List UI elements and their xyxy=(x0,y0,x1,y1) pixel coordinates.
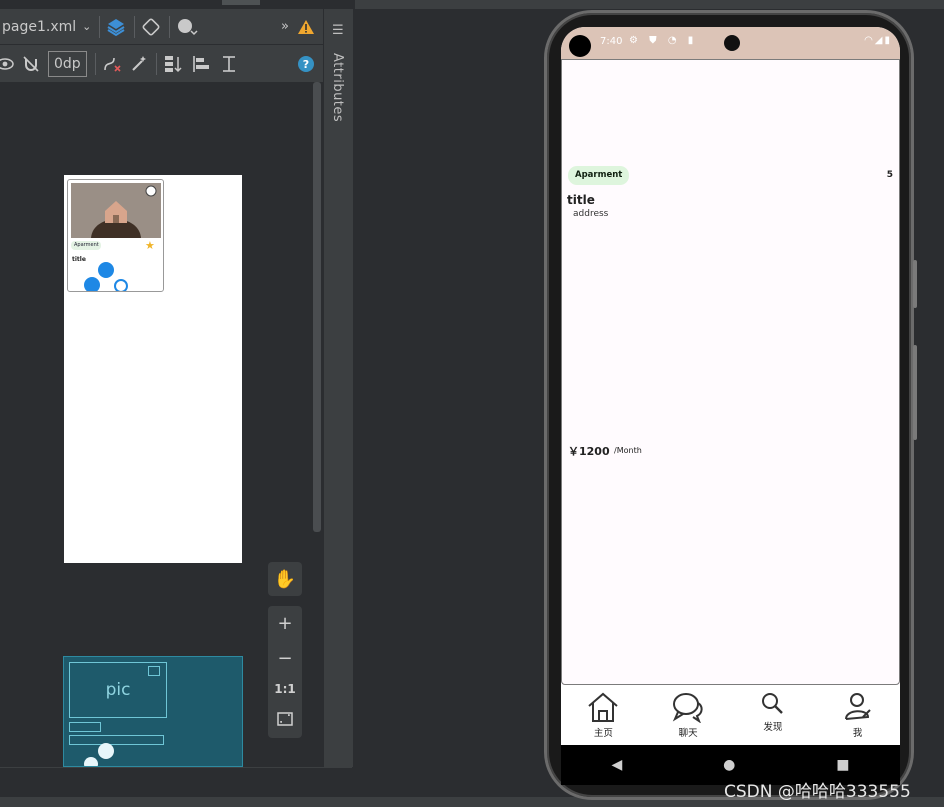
layout-toolbar: 0dp ? xyxy=(0,45,323,82)
layout-editor-panel: page1.xml ⌄ » 0dp ? Aparment ★ title ✋ +… xyxy=(0,0,323,767)
clear-constraints-icon[interactable] xyxy=(102,51,122,77)
attributes-tab-label[interactable]: Attributes xyxy=(330,53,345,122)
star-icon: ★ xyxy=(145,239,155,252)
blueprint-handle xyxy=(98,743,114,759)
constraint-handle[interactable] xyxy=(114,279,128,291)
blueprint-image-icon xyxy=(148,666,160,676)
eye-icon[interactable] xyxy=(0,51,14,77)
align-icon[interactable] xyxy=(191,51,211,77)
home-icon xyxy=(588,692,619,722)
zoom-controls: + − 1:1 xyxy=(268,606,302,738)
house-image xyxy=(71,183,161,238)
hand-icon: ✋ xyxy=(273,568,297,590)
zoom-in-icon[interactable]: + xyxy=(277,613,292,634)
nav-label: 我 xyxy=(852,728,863,739)
mini-title: title xyxy=(72,256,86,263)
svg-text:?: ? xyxy=(303,58,309,71)
layers-icon[interactable] xyxy=(106,14,126,40)
watermark: CSDN @哈哈哈333555 xyxy=(724,782,911,802)
bottom-navigation: 主页 聊天 发现 我 xyxy=(561,685,900,745)
tab-stub xyxy=(222,0,260,5)
front-camera xyxy=(724,35,740,51)
pan-button[interactable]: ✋ xyxy=(268,562,302,596)
toolbar-separator xyxy=(99,15,101,38)
design-toolbar: page1.xml ⌄ » xyxy=(0,9,323,45)
theme-icon[interactable] xyxy=(176,14,198,40)
home-circle-icon[interactable]: ● xyxy=(723,757,735,773)
price-period: /Month xyxy=(614,446,642,455)
listing-title: title xyxy=(567,193,595,207)
notification-icons: ⚙ ⛊ ◔ ▮ xyxy=(629,35,698,46)
toolbar-separator xyxy=(155,52,157,75)
guidelines-icon[interactable] xyxy=(219,51,239,77)
toolbar-separator xyxy=(94,52,96,75)
search-icon xyxy=(761,693,783,714)
zoom-actual-button[interactable]: 1:1 xyxy=(274,682,296,696)
design-canvas[interactable]: Aparment ★ title ✋ + − 1:1 pic xyxy=(0,82,323,767)
phone-power-button[interactable] xyxy=(913,260,917,308)
mini-tag-chip: Aparment xyxy=(71,241,101,250)
toolbar-separator xyxy=(169,15,171,38)
overflow-icon[interactable]: » xyxy=(281,14,289,40)
file-selector[interactable]: page1.xml ⌄ xyxy=(0,14,91,40)
nav-label: 聊天 xyxy=(678,728,698,739)
zoom-out-icon[interactable]: − xyxy=(277,648,292,669)
infer-constraints-icon[interactable] xyxy=(130,51,148,77)
nav-item-discover[interactable]: 发现 xyxy=(731,685,816,745)
system-icons: ◠◢▮ xyxy=(864,35,892,46)
file-name: page1.xml xyxy=(2,18,77,35)
phone-screen: 7:40 ⚙ ⛊ ◔ ▮ ◠◢▮ Aparment 5 title addres… xyxy=(561,27,900,745)
editor-status-strip xyxy=(0,767,352,797)
help-icon[interactable]: ? xyxy=(297,51,315,77)
nav-item-me[interactable]: 我 xyxy=(815,685,900,745)
sliders-icon: ☰ xyxy=(332,23,344,38)
listing-card[interactable]: Aparment 5 title address ￥1200 /Month xyxy=(561,59,900,685)
emulator-top-bar xyxy=(355,0,944,9)
default-margin-field[interactable]: 0dp xyxy=(48,50,87,77)
pack-icon[interactable] xyxy=(163,51,183,77)
listing-price: ￥1200 xyxy=(568,445,610,458)
android-status-bar: 7:40 ⚙ ⛊ ◔ ▮ ◠◢▮ xyxy=(561,27,900,59)
nav-item-home[interactable]: 主页 xyxy=(561,685,646,745)
nav-item-chat[interactable]: 聊天 xyxy=(646,685,731,745)
chat-icon xyxy=(672,693,703,723)
design-preview[interactable]: Aparment ★ title xyxy=(64,175,242,563)
nav-label: 主页 xyxy=(593,728,613,739)
person-icon xyxy=(844,693,871,720)
constraint-handle[interactable] xyxy=(98,262,114,278)
constraint-handle[interactable] xyxy=(84,277,100,291)
status-time: 7:40 xyxy=(600,36,623,47)
recents-icon[interactable]: ■ xyxy=(836,757,849,773)
vertical-scrollbar[interactable] xyxy=(313,82,321,532)
rating-value: 5 xyxy=(886,170,893,180)
chevron-down-icon: ⌄ xyxy=(82,20,92,33)
listing-address: address xyxy=(573,209,609,219)
toolbar-separator xyxy=(134,15,136,38)
rotate-device-icon[interactable] xyxy=(141,14,161,40)
category-chip: Aparment xyxy=(568,166,630,185)
blueprint-handle xyxy=(84,757,98,766)
attributes-sidebar[interactable]: ☰ Attributes xyxy=(323,9,353,767)
mini-card[interactable]: Aparment ★ title xyxy=(67,179,164,292)
nav-label: 发现 xyxy=(763,722,783,733)
punch-hole-camera xyxy=(569,35,591,57)
back-icon[interactable]: ◀ xyxy=(611,757,622,773)
magnet-off-icon[interactable] xyxy=(22,51,40,77)
blueprint-preview[interactable]: pic xyxy=(63,656,243,767)
warning-icon[interactable] xyxy=(297,14,315,40)
fit-screen-icon[interactable] xyxy=(277,710,293,731)
phone-volume-button[interactable] xyxy=(913,345,917,440)
blueprint-textview-box xyxy=(69,735,164,745)
blueprint-tag-box xyxy=(69,722,101,732)
